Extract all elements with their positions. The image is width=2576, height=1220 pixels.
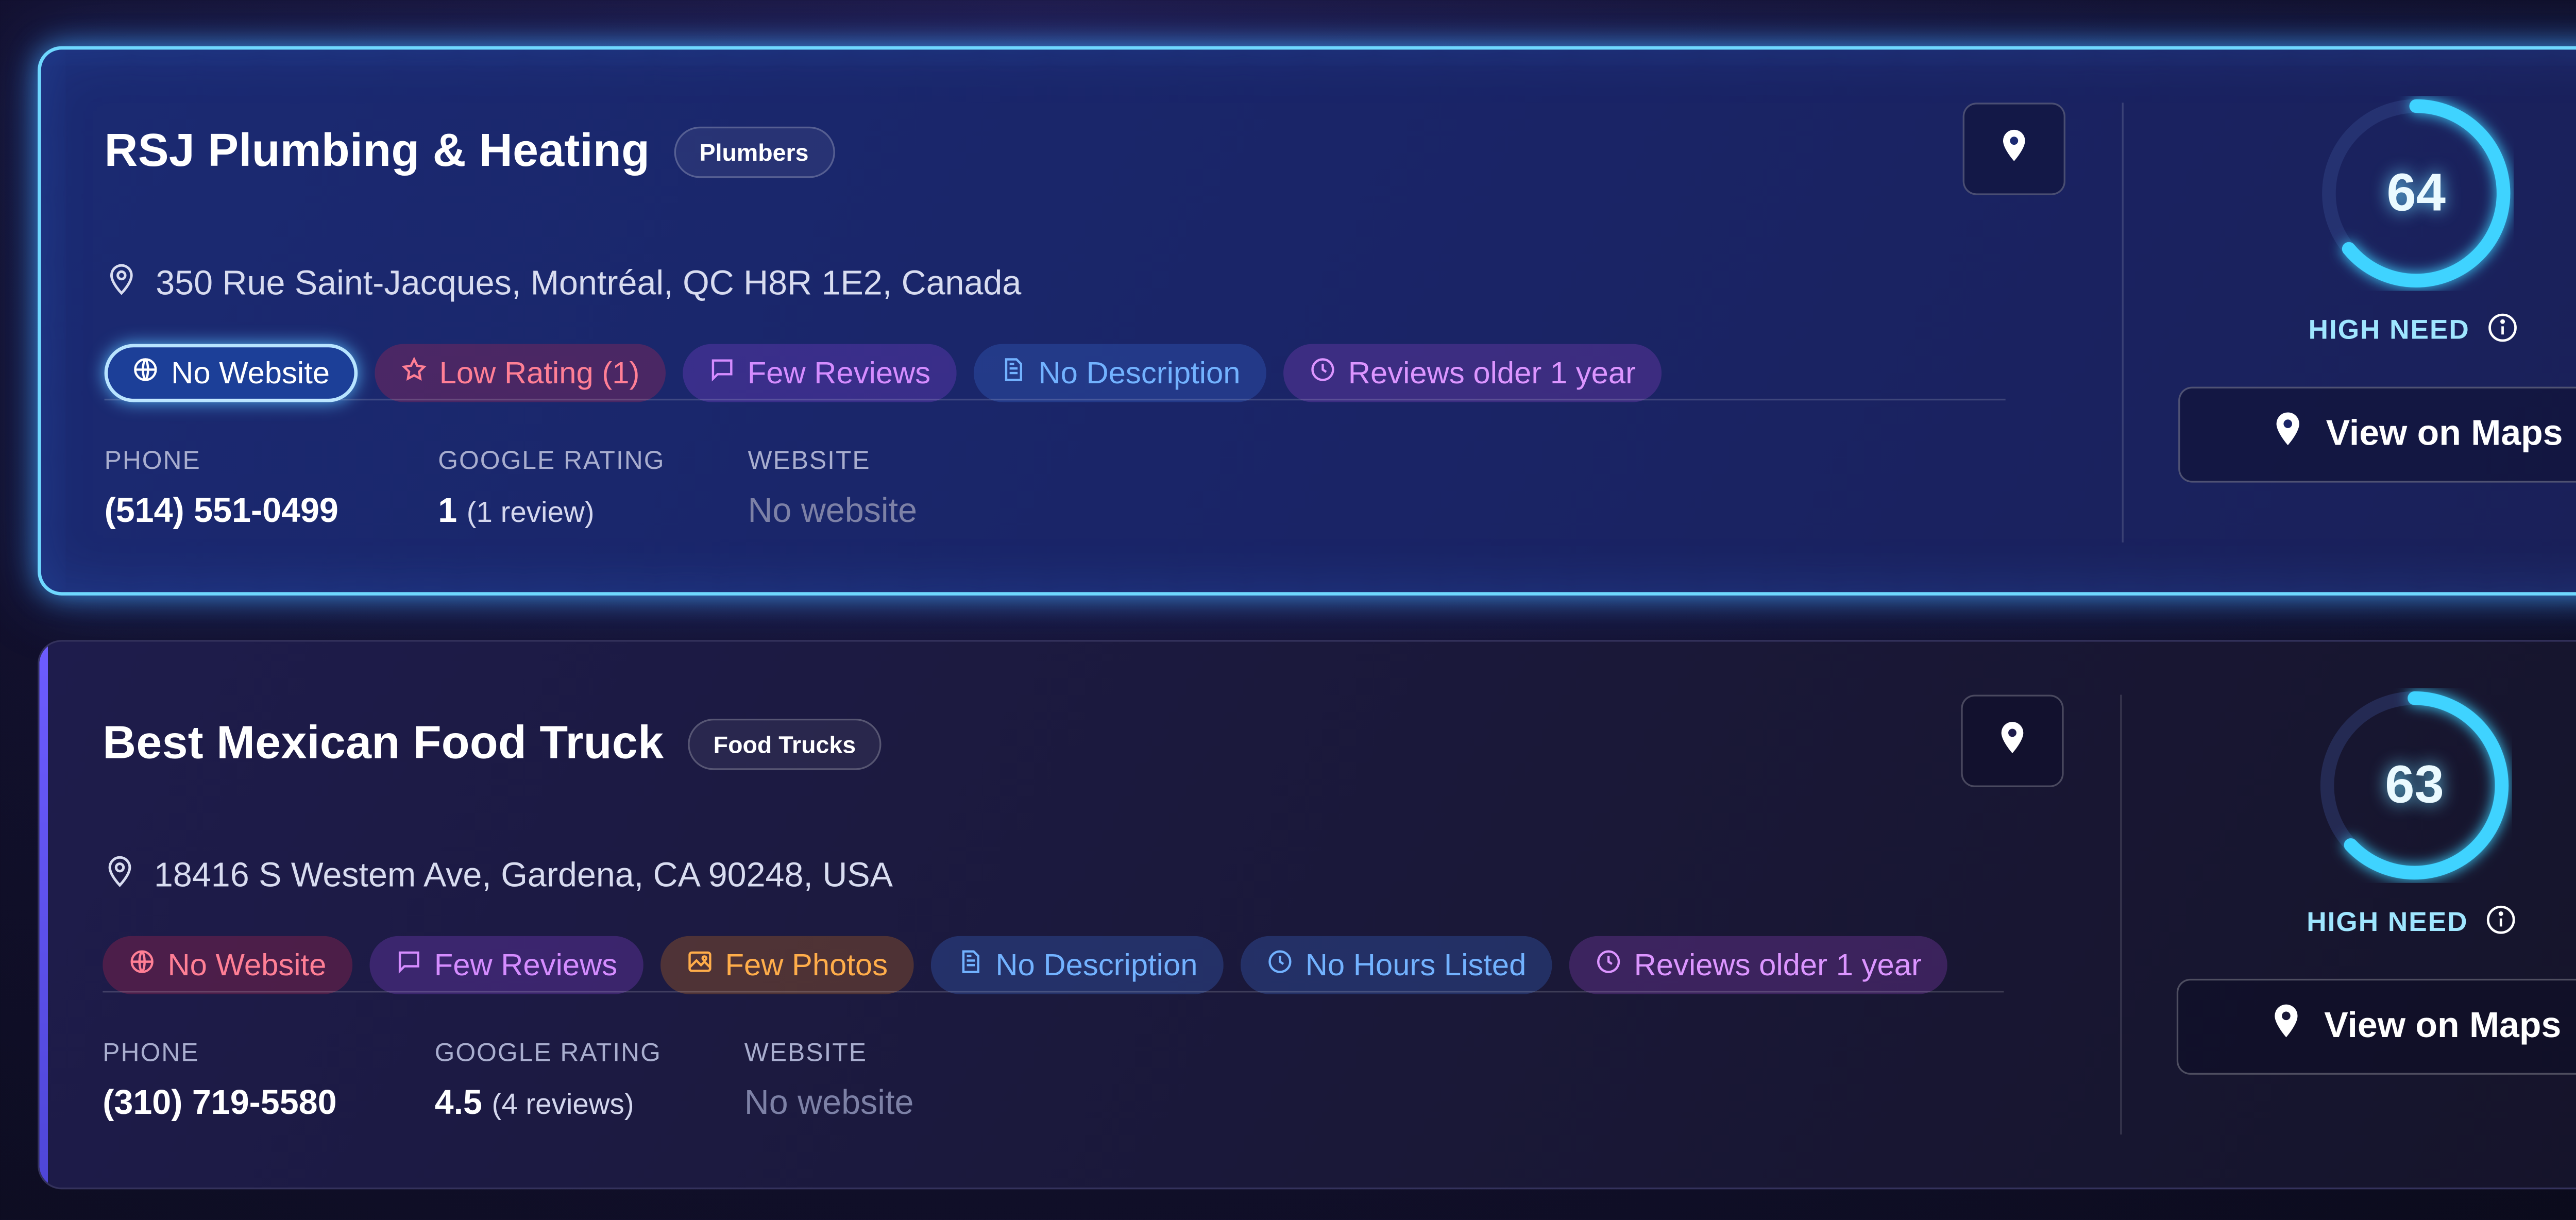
- tag-no-description[interactable]: No Description: [930, 936, 1224, 994]
- divider: [104, 398, 2006, 401]
- map-pin-button[interactable]: [1962, 103, 2065, 195]
- tag-no-website[interactable]: No Website: [103, 936, 352, 994]
- info-icon[interactable]: [2470, 311, 2519, 352]
- need-score-ring: 63: [2317, 688, 2512, 883]
- tag-label: Reviews older 1 year: [1348, 355, 1636, 389]
- document-icon: [999, 355, 1038, 391]
- tag-reviews-older[interactable]: Reviews older 1 year: [1569, 936, 1947, 994]
- location-pin-icon: [103, 854, 154, 898]
- tag-few-photos[interactable]: Few Photos: [660, 936, 913, 994]
- tag-low-rating[interactable]: Low Rating (1): [374, 344, 666, 402]
- vertical-divider: [2122, 103, 2124, 543]
- image-icon: [686, 947, 725, 983]
- business-card[interactable]: RSJ Plumbing & Heating Plumbers 350 Rue …: [38, 46, 2576, 596]
- tag-label: Low Rating (1): [439, 355, 640, 389]
- globe-icon: [132, 355, 171, 391]
- divider: [103, 991, 2004, 993]
- business-address: 18416 S Westem Ave, Gardena, CA 90248, U…: [154, 856, 893, 894]
- score-value: 64: [2386, 162, 2446, 223]
- need-level: HIGH NEED: [2309, 311, 2520, 352]
- phone-metric: PHONE (310) 719-5580: [103, 1039, 336, 1124]
- location-pin-icon: [105, 262, 156, 306]
- tag-label: Reviews older 1 year: [1634, 947, 1922, 981]
- card-content: RSJ Plumbing & Heating Plumbers 350 Rue …: [104, 49, 2576, 592]
- clock-icon: [1595, 947, 1634, 983]
- business-name: Best Mexican Food Truck: [103, 717, 664, 769]
- score-value: 63: [2385, 754, 2444, 815]
- business-card[interactable]: Best Mexican Food Truck Food Trucks 1841…: [38, 640, 2576, 1190]
- phone-value[interactable]: (310) 719-5580: [103, 1085, 336, 1124]
- tag-label: Few Reviews: [747, 355, 931, 389]
- issue-tags: No Website Few Reviews Few Photos No Des…: [103, 936, 1947, 994]
- title-row: Best Mexican Food Truck Food Trucks: [103, 717, 882, 770]
- phone-metric: PHONE (514) 551-0499: [105, 447, 338, 532]
- rating-value: 1 (1 review): [438, 493, 665, 532]
- rating-label: GOOGLE RATING: [438, 446, 665, 476]
- category-badge: Plumbers: [673, 126, 835, 177]
- tag-no-hours[interactable]: No Hours Listed: [1240, 936, 1552, 994]
- address-row: 350 Rue Saint-Jacques, Montréal, QC H8R …: [105, 262, 1022, 306]
- document-icon: [956, 947, 995, 983]
- phone-label: PHONE: [103, 1039, 199, 1068]
- card-accent-bar: [39, 641, 48, 1188]
- view-on-maps-button[interactable]: View on Maps: [2178, 386, 2576, 483]
- website-label: WEBSITE: [748, 446, 871, 476]
- tag-label: No Description: [995, 947, 1198, 981]
- need-level: HIGH NEED: [2307, 904, 2518, 945]
- tag-no-description[interactable]: No Description: [973, 344, 1266, 402]
- tag-few-reviews[interactable]: Few Reviews: [369, 936, 643, 994]
- business-address: 350 Rue Saint-Jacques, Montréal, QC H8R …: [156, 264, 1022, 302]
- title-row: RSJ Plumbing & Heating Plumbers: [105, 125, 835, 178]
- tag-label: No Hours Listed: [1305, 947, 1527, 981]
- map-pin-icon: [2269, 1003, 2324, 1050]
- website-value: No website: [744, 1085, 914, 1123]
- clock-icon: [1266, 947, 1305, 983]
- rating-review-count: (4 reviews): [492, 1088, 634, 1121]
- view-on-maps-button[interactable]: View on Maps: [2176, 978, 2576, 1075]
- clock-icon: [1309, 355, 1348, 391]
- map-pin-button[interactable]: [1961, 694, 2064, 787]
- need-score-ring: 64: [2318, 96, 2514, 291]
- tag-label: No Website: [171, 355, 330, 389]
- category-badge: Food Trucks: [687, 718, 882, 769]
- website-label: WEBSITE: [744, 1039, 868, 1068]
- tag-reviews-older[interactable]: Reviews older 1 year: [1283, 344, 1662, 402]
- address-row: 18416 S Westem Ave, Gardena, CA 90248, U…: [103, 854, 893, 898]
- rating-metric: GOOGLE RATING 1 (1 review): [438, 447, 665, 532]
- comment-icon: [395, 947, 434, 983]
- tag-label: No Description: [1038, 355, 1241, 389]
- rating-number: 4.5: [434, 1085, 483, 1123]
- view-on-maps-label: View on Maps: [2324, 1006, 2562, 1046]
- need-label: HIGH NEED: [2307, 908, 2468, 938]
- tag-label: No Website: [167, 947, 327, 981]
- tag-label: Few Reviews: [434, 947, 618, 981]
- rating-label: GOOGLE RATING: [434, 1039, 662, 1068]
- star-icon: [400, 355, 439, 391]
- card-content: Best Mexican Food Truck Food Trucks 1841…: [103, 642, 2576, 1188]
- map-pin-icon: [1995, 126, 2033, 172]
- tag-label: Few Photos: [725, 947, 888, 981]
- view-on-maps-label: View on Maps: [2326, 414, 2563, 454]
- map-pin-icon: [2271, 411, 2326, 459]
- globe-icon: [128, 947, 167, 983]
- rating-value: 4.5 (4 reviews): [435, 1085, 662, 1124]
- issue-tags: No Website Low Rating (1) Few Reviews No…: [104, 344, 1662, 402]
- phone-value[interactable]: (514) 551-0499: [105, 493, 338, 532]
- tag-no-website[interactable]: No Website: [104, 344, 358, 402]
- website-metric: WEBSITE No website: [748, 447, 917, 532]
- business-name: RSJ Plumbing & Heating: [104, 125, 650, 177]
- rating-metric: GOOGLE RATING 4.5 (4 reviews): [435, 1039, 662, 1124]
- rating-number: 1: [438, 493, 457, 531]
- map-pin-icon: [1993, 718, 2031, 764]
- comment-icon: [708, 355, 747, 391]
- rating-review-count: (1 review): [466, 496, 595, 529]
- tag-few-reviews[interactable]: Few Reviews: [682, 344, 957, 402]
- info-icon[interactable]: [2468, 904, 2517, 945]
- phone-label: PHONE: [104, 446, 201, 476]
- need-label: HIGH NEED: [2308, 316, 2470, 346]
- vertical-divider: [2120, 694, 2122, 1135]
- stage: RSJ Plumbing & Heating Plumbers 350 Rue …: [0, 0, 2576, 1220]
- website-metric: WEBSITE No website: [744, 1039, 914, 1124]
- website-value: No website: [748, 493, 918, 531]
